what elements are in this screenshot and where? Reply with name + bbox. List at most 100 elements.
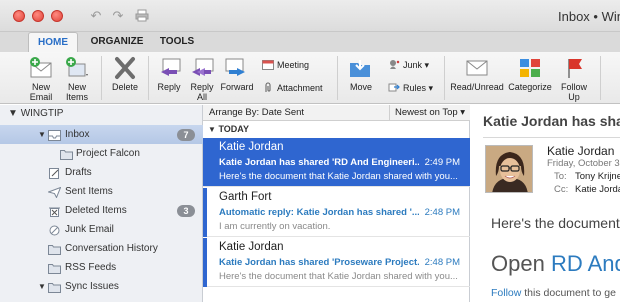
unread-count-badge: 7: [177, 129, 195, 141]
message-preview: Here's the document that Katie Jordan sh…: [219, 171, 458, 182]
rules-button[interactable]: Rules ▾: [388, 81, 433, 95]
title-bar: ↶ ↷ Inbox • Wingt: [0, 0, 620, 32]
disclosure-triangle-icon[interactable]: ▼: [38, 125, 46, 144]
read-unread-button[interactable]: Read/Unread: [449, 52, 505, 104]
message-preview: Here's the document that Katie Jordan sh…: [219, 271, 458, 282]
document-link[interactable]: RD And: [551, 251, 620, 276]
rules-icon: [388, 82, 400, 93]
folder-conversation-history[interactable]: Conversation History: [0, 239, 203, 258]
envelope-icon: [464, 56, 490, 80]
ribbon-separator: [337, 56, 338, 100]
ribbon-separator: [600, 56, 601, 100]
delete-button[interactable]: Delete: [106, 52, 144, 104]
message-row[interactable]: Katie Jordan Katie Jordan has shared 'RD…: [203, 138, 470, 187]
reading-pane: Katie Jordan has sha Katie Jordan Friday…: [471, 105, 620, 302]
group-header-today[interactable]: ▼ TODAY: [203, 122, 470, 137]
follow-link[interactable]: Follow: [491, 287, 521, 299]
message-row[interactable]: Garth Fort Automatic reply: Katie Jordan…: [203, 188, 470, 237]
message-row[interactable]: Katie Jordan Katie Jordan has shared 'Pr…: [203, 238, 470, 287]
meeting-calendar-icon: [262, 59, 274, 70]
reply-all-button[interactable]: Reply All: [185, 52, 219, 104]
drafts-icon: [48, 167, 61, 179]
paperclip-icon: [262, 82, 274, 93]
folder-drafts[interactable]: Drafts: [0, 163, 203, 182]
message-list: Arrange By: Date Sent Newest on Top ▾ ▼ …: [203, 105, 470, 302]
message-subject: Automatic reply: Katie Jordan has shared…: [219, 207, 419, 218]
folder-project-falcon[interactable]: Project Falcon: [0, 144, 203, 163]
folder-rss-feeds[interactable]: RSS Feeds: [0, 258, 203, 277]
divider: [483, 137, 620, 138]
message-time: 2:48 PM: [424, 257, 460, 268]
message-sender: Katie Jordan: [219, 241, 284, 253]
message-row[interactable]: [203, 288, 470, 302]
attachment-button[interactable]: Attachment: [262, 81, 323, 95]
new-items-button[interactable]: New Items: [60, 52, 94, 104]
account-header[interactable]: ▼ WINGTIP: [8, 108, 63, 119]
undo-icon[interactable]: ↶: [88, 9, 104, 23]
message-subject: Katie Jordan has shared 'Proseware Proje…: [219, 257, 419, 268]
folder-inbox[interactable]: ▼ Inbox 7: [0, 125, 203, 144]
junk-button[interactable]: Junk ▾: [388, 58, 429, 72]
print-icon[interactable]: [134, 9, 150, 23]
follow-line: Follow this document to ge: [491, 287, 616, 299]
folder-icon: [48, 262, 61, 274]
trash-icon: [48, 205, 61, 217]
cc-recipient[interactable]: Katie Jorda: [575, 184, 620, 195]
redo-icon[interactable]: ↷: [110, 9, 126, 23]
meeting-button[interactable]: Meeting: [262, 58, 309, 72]
reply-all-icon: [189, 56, 215, 80]
window-title: Inbox • Wingt: [558, 9, 620, 24]
arrange-by-dropdown[interactable]: Arrange By: Date Sent: [209, 105, 304, 121]
forward-button[interactable]: Forward: [219, 52, 255, 104]
folder-pane: ▼ WINGTIP ▼ Inbox 7 Project Falcon Draft…: [0, 105, 203, 302]
junk-icon: [388, 59, 400, 70]
delete-x-icon: [112, 56, 138, 80]
junk-folder-icon: [48, 224, 61, 236]
message-time: 2:49 PM: [424, 157, 460, 168]
to-label: To:: [554, 171, 567, 182]
disclosure-triangle-icon[interactable]: ▼: [38, 277, 46, 296]
folder-sent-items[interactable]: Sent Items: [0, 182, 203, 201]
folder-deleted-items[interactable]: Deleted Items 3: [0, 201, 203, 220]
new-email-button[interactable]: New Email: [24, 52, 58, 104]
new-items-icon: [64, 56, 90, 80]
message-preview: I am currently on vacation.: [219, 221, 331, 232]
tab-home[interactable]: HOME: [28, 32, 78, 52]
cc-label: Cc:: [554, 184, 569, 195]
move-button[interactable]: Move: [343, 52, 379, 104]
message-sender: Katie Jordan: [219, 141, 284, 153]
minimize-window-button[interactable]: [32, 10, 44, 22]
deleted-count-badge: 3: [177, 205, 195, 217]
zoom-window-button[interactable]: [51, 10, 63, 22]
sort-order-dropdown[interactable]: Newest on Top ▾: [389, 105, 470, 121]
folder-icon: [60, 148, 73, 160]
close-window-button[interactable]: [13, 10, 25, 22]
categorize-icon: [517, 56, 543, 80]
new-email-icon: [28, 56, 54, 80]
ribbon-separator: [101, 56, 102, 100]
sent-icon: [46, 186, 62, 199]
follow-up-button[interactable]: Follow Up: [557, 52, 591, 104]
forward-icon: [224, 56, 250, 80]
message-time: 2:48 PM: [424, 207, 460, 218]
ribbon: New Email New Items Delete Reply Reply A…: [0, 52, 620, 104]
move-folder-icon: [348, 56, 374, 80]
reading-date: Friday, October 3: [547, 158, 620, 169]
reply-button[interactable]: Reply: [152, 52, 186, 104]
body-intro: Here's the document: [491, 215, 620, 231]
tab-organize[interactable]: ORGANIZE: [85, 32, 149, 52]
unread-indicator: [203, 238, 207, 287]
folder-sync-issues[interactable]: ▼ Sync Issues: [0, 277, 203, 296]
ribbon-tabs: HOME ORGANIZE TOOLS: [0, 32, 620, 52]
folder-junk-email[interactable]: Junk Email: [0, 220, 203, 239]
open-document-heading: Open RD And: [491, 251, 620, 277]
sort-header: Arrange By: Date Sent Newest on Top ▾: [203, 105, 470, 121]
flag-icon: [561, 56, 587, 80]
to-recipient[interactable]: Tony Krijne: [575, 171, 620, 182]
message-sender: Garth Fort: [219, 191, 272, 203]
tab-tools[interactable]: TOOLS: [155, 32, 199, 52]
message-subject: Katie Jordan has shared 'RD And Engineer…: [219, 157, 419, 168]
folder-icon: [48, 281, 61, 293]
reading-sender[interactable]: Katie Jordan: [547, 144, 614, 158]
categorize-button[interactable]: Categorize: [506, 52, 554, 104]
